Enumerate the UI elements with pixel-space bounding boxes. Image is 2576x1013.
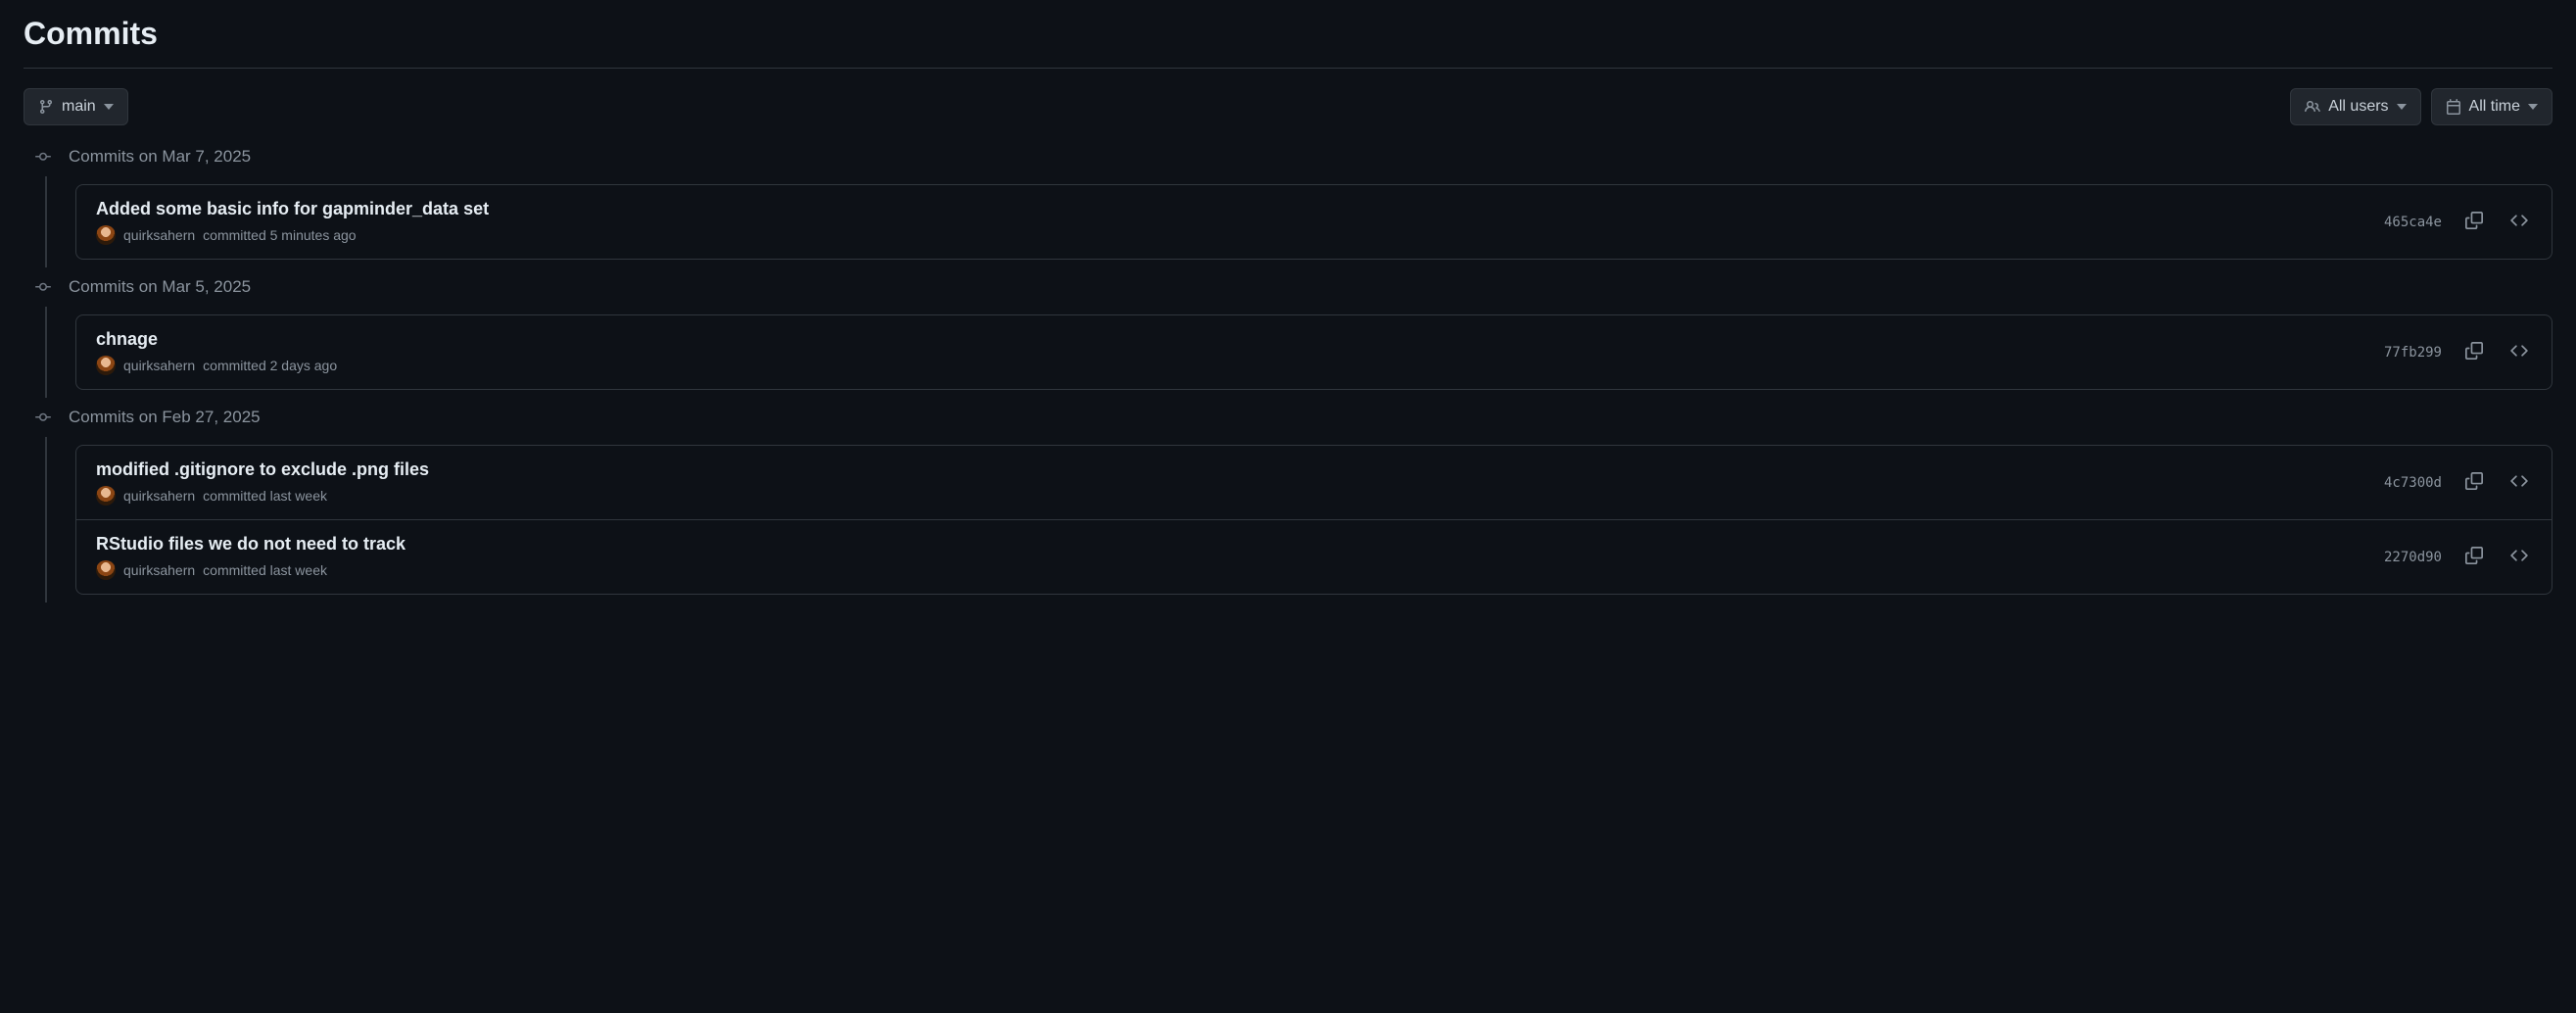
code-icon <box>2510 547 2528 567</box>
copy-icon <box>2465 342 2483 362</box>
commit-author-link[interactable]: quirksahern <box>123 227 195 243</box>
commit-title-link[interactable]: chnage <box>96 329 337 350</box>
commit-title-link[interactable]: RStudio files we do not need to track <box>96 534 405 555</box>
commit-time-text: committed last week <box>203 562 327 578</box>
git-commit-icon <box>35 149 51 165</box>
copy-icon <box>2465 472 2483 493</box>
users-filter-button[interactable]: All users <box>2290 88 2420 125</box>
commit-date-header: Commits on Mar 5, 2025 <box>24 267 2552 307</box>
commit-meta: quirksahern committed 5 minutes ago <box>96 225 489 245</box>
browse-code-button[interactable] <box>2506 468 2532 497</box>
copy-sha-button[interactable] <box>2461 543 2487 571</box>
copy-icon <box>2465 547 2483 567</box>
commit-item: chnage quirksahern committed 2 days ago 77f… <box>76 315 2552 389</box>
copy-sha-button[interactable] <box>2461 338 2487 366</box>
people-icon <box>2305 99 2320 115</box>
git-commit-icon <box>35 279 51 295</box>
commit-title-link[interactable]: Added some basic info for gapminder_data… <box>96 199 489 219</box>
commit-sha-link[interactable]: 2270d90 <box>2384 550 2442 565</box>
calendar-icon <box>2446 99 2461 115</box>
commit-meta: quirksahern committed last week <box>96 486 429 506</box>
commit-item: Added some basic info for gapminder_data… <box>76 185 2552 259</box>
commit-time-text: committed last week <box>203 488 327 504</box>
commit-meta: quirksahern committed last week <box>96 560 405 580</box>
copy-sha-button[interactable] <box>2461 208 2487 236</box>
commit-sha-link[interactable]: 465ca4e <box>2384 215 2442 230</box>
commit-date-header: Commits on Feb 27, 2025 <box>24 398 2552 437</box>
chevron-down-icon <box>2528 102 2538 112</box>
commit-author-link[interactable]: quirksahern <box>123 358 195 373</box>
branch-label: main <box>62 98 96 116</box>
copy-icon <box>2465 212 2483 232</box>
page-title: Commits <box>24 0 2552 69</box>
commit-item: modified .gitignore to exclude .png file… <box>76 446 2552 519</box>
commit-author-link[interactable]: quirksahern <box>123 562 195 578</box>
toolbar: main All users All time <box>24 69 2552 137</box>
commit-item: RStudio files we do not need to track qui… <box>76 519 2552 594</box>
chevron-down-icon <box>104 102 114 112</box>
commit-date-label: Commits on Mar 5, 2025 <box>69 277 251 297</box>
git-branch-icon <box>38 99 54 115</box>
code-icon <box>2510 212 2528 232</box>
avatar[interactable] <box>96 560 116 580</box>
commit-title-link[interactable]: modified .gitignore to exclude .png file… <box>96 459 429 480</box>
browse-code-button[interactable] <box>2506 338 2532 366</box>
commit-sha-link[interactable]: 4c7300d <box>2384 475 2442 491</box>
commit-author-link[interactable]: quirksahern <box>123 488 195 504</box>
browse-code-button[interactable] <box>2506 543 2532 571</box>
commit-time-text: committed 2 days ago <box>203 358 337 373</box>
commit-date-label: Commits on Mar 7, 2025 <box>69 147 251 167</box>
browse-code-button[interactable] <box>2506 208 2532 236</box>
git-commit-icon <box>35 410 51 425</box>
chevron-down-icon <box>2397 102 2407 112</box>
avatar[interactable] <box>96 486 116 506</box>
commit-meta: quirksahern committed 2 days ago <box>96 356 337 375</box>
users-filter-label: All users <box>2328 98 2388 116</box>
avatar[interactable] <box>96 225 116 245</box>
commit-date-label: Commits on Feb 27, 2025 <box>69 408 261 427</box>
code-icon <box>2510 342 2528 362</box>
commit-time-text: committed 5 minutes ago <box>203 227 356 243</box>
time-filter-label: All time <box>2469 98 2520 116</box>
copy-sha-button[interactable] <box>2461 468 2487 497</box>
avatar[interactable] <box>96 356 116 375</box>
time-filter-button[interactable]: All time <box>2431 88 2552 125</box>
commit-groups: Commits on Mar 7, 2025 Added some basic i… <box>24 137 2552 626</box>
code-icon <box>2510 472 2528 493</box>
commit-date-header: Commits on Mar 7, 2025 <box>24 137 2552 176</box>
branch-selector-button[interactable]: main <box>24 88 128 125</box>
commit-sha-link[interactable]: 77fb299 <box>2384 345 2442 361</box>
